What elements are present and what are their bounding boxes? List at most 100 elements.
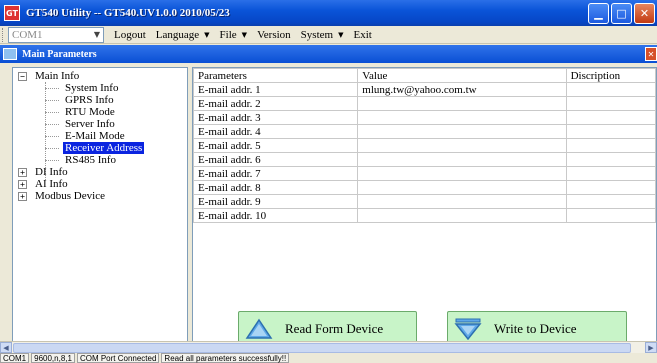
column-header-value[interactable]: Value bbox=[357, 68, 567, 83]
tree-node-main-info[interactable]: − Main Info bbox=[13, 70, 187, 82]
value-cell[interactable] bbox=[357, 152, 567, 167]
value-cell[interactable] bbox=[357, 208, 567, 223]
tree-node-ai-info[interactable]: + AI Info bbox=[13, 178, 187, 190]
description-cell bbox=[565, 194, 656, 209]
value-cell[interactable] bbox=[357, 138, 567, 153]
horizontal-scrollbar[interactable]: ◀ ▶ bbox=[0, 341, 657, 353]
description-cell bbox=[565, 138, 656, 153]
child-titlebar[interactable]: Main Parameters ✕ bbox=[0, 45, 657, 63]
param-cell: E-mail addr. 3 bbox=[193, 110, 359, 125]
app-icon: GT bbox=[4, 5, 20, 21]
tree-node-label: RS485 Info bbox=[65, 154, 117, 166]
parameter-tree: − Main Info System Info GPRS Info RTU Mo… bbox=[12, 67, 188, 343]
tree-node-label: RTU Mode bbox=[65, 106, 115, 118]
chevron-down-icon: ▼ bbox=[93, 30, 100, 39]
parameter-grid: Parameters Value Discription E-mail addr… bbox=[192, 67, 657, 343]
value-cell[interactable] bbox=[357, 124, 567, 139]
toolbar-grip bbox=[2, 27, 5, 42]
column-header-description[interactable]: Discription bbox=[565, 68, 656, 83]
status-port: COM1 bbox=[0, 353, 30, 363]
value-cell[interactable] bbox=[357, 110, 567, 125]
menu-exit[interactable]: Exit bbox=[353, 29, 371, 41]
table-row: E-mail addr. 6 bbox=[193, 152, 656, 167]
tree-node-system-info[interactable]: System Info bbox=[13, 82, 187, 94]
param-cell: E-mail addr. 6 bbox=[193, 152, 359, 167]
tree-node-label: System Info bbox=[65, 82, 119, 94]
tree-node-rtu-mode[interactable]: RTU Mode bbox=[13, 106, 187, 118]
table-row: E-mail addr. 4 bbox=[193, 124, 656, 139]
tree-node-rs485-info[interactable]: RS485 Info bbox=[13, 154, 187, 166]
value-cell[interactable] bbox=[357, 166, 567, 181]
scroll-right-icon[interactable]: ▶ bbox=[645, 342, 657, 353]
value-cell[interactable] bbox=[357, 194, 567, 209]
chevron-down-icon: ▼ bbox=[338, 30, 344, 39]
table-row: E-mail addr. 10 bbox=[193, 208, 656, 223]
scroll-thumb[interactable] bbox=[13, 342, 631, 353]
tree-node-gprs-info[interactable]: GPRS Info bbox=[13, 94, 187, 106]
value-cell[interactable] bbox=[357, 180, 567, 195]
table-row: E-mail addr. 5 bbox=[193, 138, 656, 153]
close-button[interactable]: ✕ bbox=[634, 3, 655, 24]
table-row: E-mail addr. 3 bbox=[193, 110, 656, 125]
expand-icon[interactable]: + bbox=[18, 180, 27, 189]
expand-icon[interactable]: + bbox=[18, 192, 27, 201]
triangle-up-icon bbox=[245, 318, 273, 339]
triangle-down-icon bbox=[454, 318, 482, 340]
tree-node-label: DI Info bbox=[35, 166, 68, 178]
parameter-table: Parameters Value Discription E-mail addr… bbox=[193, 68, 656, 223]
tree-node-label: E-Mail Mode bbox=[65, 130, 125, 142]
child-window-title: Main Parameters bbox=[22, 48, 97, 60]
tree-node-label: Modbus Device bbox=[35, 190, 105, 202]
tree-node-label: Main Info bbox=[35, 70, 80, 82]
write-button-label: Write to Device bbox=[494, 320, 577, 336]
param-cell: E-mail addr. 9 bbox=[193, 194, 359, 209]
description-cell bbox=[565, 208, 656, 223]
param-cell: E-mail addr. 5 bbox=[193, 138, 359, 153]
tree-node-label: Server Info bbox=[65, 118, 115, 130]
param-cell: E-mail addr. 7 bbox=[193, 166, 359, 181]
window-icon bbox=[3, 48, 17, 60]
table-row: E-mail addr. 7 bbox=[193, 166, 656, 181]
param-cell: E-mail addr. 10 bbox=[193, 208, 359, 223]
status-message: Read all parameters successfully!! bbox=[161, 353, 290, 363]
description-cell bbox=[565, 180, 656, 195]
child-close-button[interactable]: ✕ bbox=[645, 47, 657, 61]
menu-logout[interactable]: Logout bbox=[114, 29, 146, 41]
param-cell: E-mail addr. 1 bbox=[193, 82, 359, 97]
menu-file-label: File bbox=[219, 28, 237, 41]
menu-version[interactable]: Version bbox=[257, 29, 291, 41]
menu-language[interactable]: Language ▼ bbox=[156, 29, 210, 41]
table-row: E-mail addr. 8 bbox=[193, 180, 656, 195]
read-button-label: Read Form Device bbox=[285, 320, 384, 336]
tree-node-receiver-address[interactable]: Receiver Address bbox=[13, 142, 187, 154]
param-cell: E-mail addr. 8 bbox=[193, 180, 359, 195]
description-cell bbox=[565, 166, 656, 181]
com-port-select[interactable]: COM1 ▼ bbox=[8, 26, 104, 43]
tree-node-label: GPRS Info bbox=[65, 94, 114, 106]
menu-bar: COM1 ▼ Logout Language ▼ File ▼ Version Sy… bbox=[0, 26, 657, 44]
tree-node-modbus-device[interactable]: + Modbus Device bbox=[13, 190, 187, 202]
tree-node-server-info[interactable]: Server Info bbox=[13, 118, 187, 130]
status-bar: COM1 9600,n,8,1 COM Port Connected Read … bbox=[0, 353, 657, 363]
scroll-left-icon[interactable]: ◀ bbox=[0, 342, 12, 353]
window-titlebar[interactable]: GT GT540 Utility -- GT540.UV1.0.0 2010/0… bbox=[0, 0, 657, 26]
menu-exit-label: Exit bbox=[353, 28, 372, 41]
description-cell bbox=[565, 82, 656, 97]
com-port-value: COM1 bbox=[12, 28, 43, 41]
menu-file[interactable]: File ▼ bbox=[220, 29, 248, 41]
value-cell[interactable]: mlung.tw@yahoo.com.tw bbox=[357, 82, 567, 97]
collapse-icon[interactable]: − bbox=[18, 72, 27, 81]
tree-node-di-info[interactable]: + DI Info bbox=[13, 166, 187, 178]
expand-icon[interactable]: + bbox=[18, 168, 27, 177]
maximize-button[interactable]: □ bbox=[611, 3, 632, 24]
param-cell: E-mail addr. 2 bbox=[193, 96, 359, 111]
menu-version-label: Version bbox=[257, 28, 291, 41]
chevron-down-icon: ▼ bbox=[204, 30, 210, 39]
description-cell bbox=[565, 124, 656, 139]
column-header-parameters[interactable]: Parameters bbox=[193, 68, 359, 83]
status-connection: COM Port Connected bbox=[76, 353, 160, 363]
minimize-button[interactable]: ▁ bbox=[588, 3, 609, 24]
tree-node-email-mode[interactable]: E-Mail Mode bbox=[13, 130, 187, 142]
menu-system[interactable]: System ▼ bbox=[301, 29, 344, 41]
value-cell[interactable] bbox=[357, 96, 567, 111]
